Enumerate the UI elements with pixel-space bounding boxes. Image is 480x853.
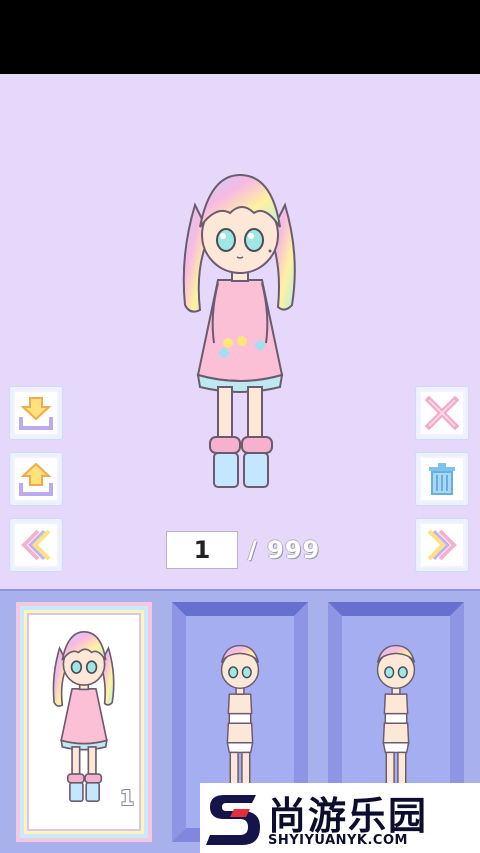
base-character-preview [376, 644, 416, 793]
page-counter: 1 / 999 [166, 530, 320, 570]
page-number-input[interactable]: 1 [166, 531, 238, 569]
main-character[interactable] [170, 165, 310, 495]
outfit-slot-1[interactable]: 1 [16, 602, 152, 842]
next-button[interactable] [416, 519, 468, 571]
load-button[interactable] [10, 453, 62, 505]
status-bar [0, 0, 480, 74]
watermark-logo-icon [206, 795, 260, 845]
delete-button[interactable] [416, 453, 468, 505]
watermark-banner: 尚游乐园 SHYIYUANYK.COM [200, 783, 480, 853]
save-button[interactable] [10, 387, 62, 439]
game-screen: 1 / 999 1 尚游乐园 SHYIYUANYK.COM [0, 0, 480, 853]
double-chevron-right-icon [427, 529, 457, 561]
clear-button[interactable] [416, 387, 468, 439]
trash-icon [429, 463, 455, 495]
double-chevron-left-icon [21, 529, 51, 561]
download-icon [19, 397, 53, 430]
previous-button[interactable] [10, 519, 62, 571]
upload-icon [19, 462, 53, 496]
outfit-preview-character [52, 631, 115, 803]
watermark-brand: 尚游乐园 [268, 794, 429, 838]
watermark-url: SHYIYUANYK.COM [268, 833, 408, 848]
base-character-preview [220, 644, 260, 793]
slot-index-label: 1 [120, 786, 134, 810]
page-total-label: / 999 [248, 536, 321, 564]
close-icon [424, 395, 460, 431]
